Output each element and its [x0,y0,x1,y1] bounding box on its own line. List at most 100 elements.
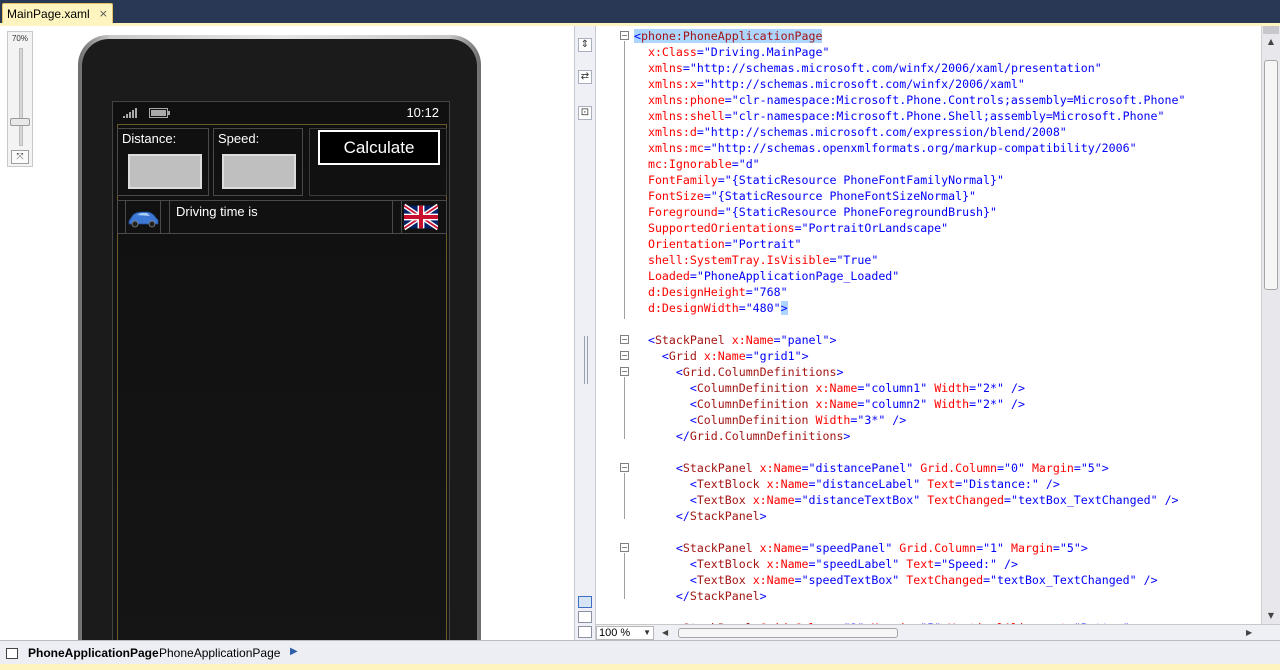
vertical-split-view-icon[interactable] [578,596,592,608]
speed-panel[interactable]: Speed: [213,128,303,196]
code-line[interactable]: Orientation="Portrait" [634,236,1185,252]
zoom-track[interactable] [19,48,23,146]
horizontal-split-icon[interactable]: ⇄ [578,70,592,84]
xaml-editor[interactable]: − − − − − − <phone:PhoneApplicationPage … [596,26,1261,624]
scroll-left-icon[interactable]: ◀ [662,628,668,637]
breadcrumb-arrow-icon[interactable]: ▶ [290,646,298,657]
code-line[interactable]: xmlns:phone="clr-namespace:Microsoft.Pho… [634,92,1185,108]
fold-toggle-icon[interactable]: − [620,543,629,552]
editor-split-handle[interactable] [1263,26,1279,34]
code-line[interactable]: Loaded="PhoneApplicationPage_Loaded" [634,268,1185,284]
code-line[interactable]: <Grid.ColumnDefinitions> [634,364,1185,380]
code-token: = [997,461,1004,475]
code-token: "{StaticResource PhoneFontFamilyNormal}" [724,173,1004,187]
horizontal-split-view-icon[interactable] [578,611,592,623]
scroll-right-icon[interactable]: ▶ [1246,628,1252,637]
code-line[interactable]: <StackPanel x:Name="panel"> [634,332,1185,348]
code-token: "http://schemas.microsoft.com/winfx/2006… [689,61,1102,75]
fold-toggle-icon[interactable]: − [620,351,629,360]
status-time: 10:12 [406,105,439,120]
code-token: = [794,221,802,235]
code-line[interactable]: Foreground="{StaticResource PhoneForegro… [634,204,1185,220]
swap-panes-icon[interactable]: ⇕ [578,38,592,52]
code-token: = [724,93,732,107]
tab-mainpage-xaml[interactable]: MainPage.xaml × [2,3,113,24]
code-line[interactable]: shell:SystemTray.IsVisible="True" [634,252,1185,268]
code-line[interactable] [634,316,1185,332]
code-token: xmlns:mc [647,141,704,155]
fold-guide [624,377,625,439]
code-line[interactable]: d:DesignHeight="768" [634,284,1185,300]
code-line[interactable]: <ColumnDefinition Width="3*" /> [634,412,1185,428]
code-line[interactable]: xmlns:shell="clr-namespace:Microsoft.Pho… [634,108,1185,124]
distance-textbox[interactable] [128,154,202,189]
design-surface[interactable]: 70% ⤧ 10:12 Distance: Speed: Calculate D… [0,26,574,640]
code-line[interactable]: FontSize="{StaticResource PhoneFontSizeN… [634,188,1185,204]
editor-horizontal-scrollbar[interactable]: ◀ ▶ [660,627,1260,639]
code-line[interactable]: <TextBox x:Name="speedTextBox" TextChang… [634,572,1185,588]
designer-zoom-slider[interactable]: 70% ⤧ [7,31,33,167]
code-line[interactable]: xmlns:mc="http://schemas.openxmlformats.… [634,140,1185,156]
horizontal-scroll-thumb[interactable] [678,628,898,638]
code-line[interactable]: <ColumnDefinition x:Name="column1" Width… [634,380,1185,396]
code-line[interactable]: d:DesignWidth="480"> [634,300,1185,316]
fold-toggle-icon[interactable]: − [620,335,629,344]
code-line[interactable]: <ColumnDefinition x:Name="column2" Width… [634,396,1185,412]
zoom-thumb[interactable] [10,118,30,126]
code-line[interactable]: SupportedOrientations="PortraitOrLandsca… [634,220,1185,236]
code-line[interactable]: <StackPanel x:Name="distancePanel" Grid.… [634,460,1185,476]
code-line[interactable]: xmlns:x="http://schemas.microsoft.com/wi… [634,76,1185,92]
editor-zoom-select[interactable]: 100 % ▼ [596,626,654,640]
code-token: = [794,493,802,507]
calculate-button[interactable]: Calculate [318,130,440,165]
code-line[interactable]: <Grid x:Name="grid1"> [634,348,1185,364]
code-line[interactable]: <TextBlock x:Name="speedLabel" Text="Spe… [634,556,1185,572]
breadcrumb-root[interactable]: PhoneApplicationPage [28,646,159,660]
code-line[interactable]: mc:Ignorable="d" [634,156,1185,172]
splitter-grip[interactable] [584,336,588,384]
code-token: = [731,157,739,171]
scroll-up-icon[interactable]: ▲ [1265,36,1277,48]
code-line[interactable] [634,524,1185,540]
code-token: xmlns:d [647,125,697,139]
code-token: > [801,349,809,363]
document-tab-strip: MainPage.xaml × [0,0,1280,24]
fold-toggle-icon[interactable]: − [620,463,629,472]
code-lines[interactable]: <phone:PhoneApplicationPage x:Class="Dri… [634,28,1185,624]
code-line[interactable]: <StackPanel x:Name="speedPanel" Grid.Col… [634,540,1185,556]
vertical-scroll-thumb[interactable] [1264,60,1278,290]
collapse-pane-icon[interactable]: ⊡ [578,106,592,120]
breadcrumb-current[interactable]: PhoneApplicationPage [159,646,280,660]
code-line[interactable]: xmlns="http://schemas.microsoft.com/winf… [634,60,1185,76]
fold-toggle-icon[interactable]: − [620,31,629,40]
distance-panel[interactable]: Distance: [117,128,209,196]
close-icon[interactable]: × [99,8,108,20]
code-line[interactable] [634,604,1185,620]
pane-splitter[interactable]: ⇕ ⇄ ⊡ [574,26,596,640]
code-token: "{StaticResource PhoneForegroundBrush}" [724,205,997,219]
code-token: Margin [1011,541,1053,555]
phone-screen[interactable]: 10:12 Distance: Speed: Calculate Driving… [112,101,450,640]
fold-toggle-icon[interactable]: − [620,367,629,376]
scroll-down-icon[interactable]: ▼ [1265,610,1277,622]
code-line[interactable]: <phone:PhoneApplicationPage [634,28,1185,44]
code-line[interactable]: </Grid.ColumnDefinitions> [634,428,1185,444]
editor-vertical-scrollbar[interactable]: ▲ ▼ [1261,26,1280,624]
code-line[interactable]: xmlns:d="http://schemas.microsoft.com/ex… [634,124,1185,140]
code-line[interactable] [634,444,1185,460]
code-line[interactable]: x:Class="Driving.MainPage" [634,44,1185,60]
element-tree-icon[interactable] [6,648,18,659]
code-line[interactable]: </StackPanel> [634,508,1185,524]
fit-to-window-icon[interactable]: ⤧ [11,150,29,164]
collapse-view-icon[interactable] [578,626,592,638]
code-line[interactable]: FontFamily="{StaticResource PhoneFontFam… [634,172,1185,188]
code-line[interactable]: <TextBlock x:Name="distanceLabel" Text="… [634,476,1185,492]
code-line[interactable]: </StackPanel> [634,588,1185,604]
code-line[interactable]: <TextBox x:Name="distanceTextBox" TextCh… [634,492,1185,508]
speed-textbox[interactable] [222,154,296,189]
